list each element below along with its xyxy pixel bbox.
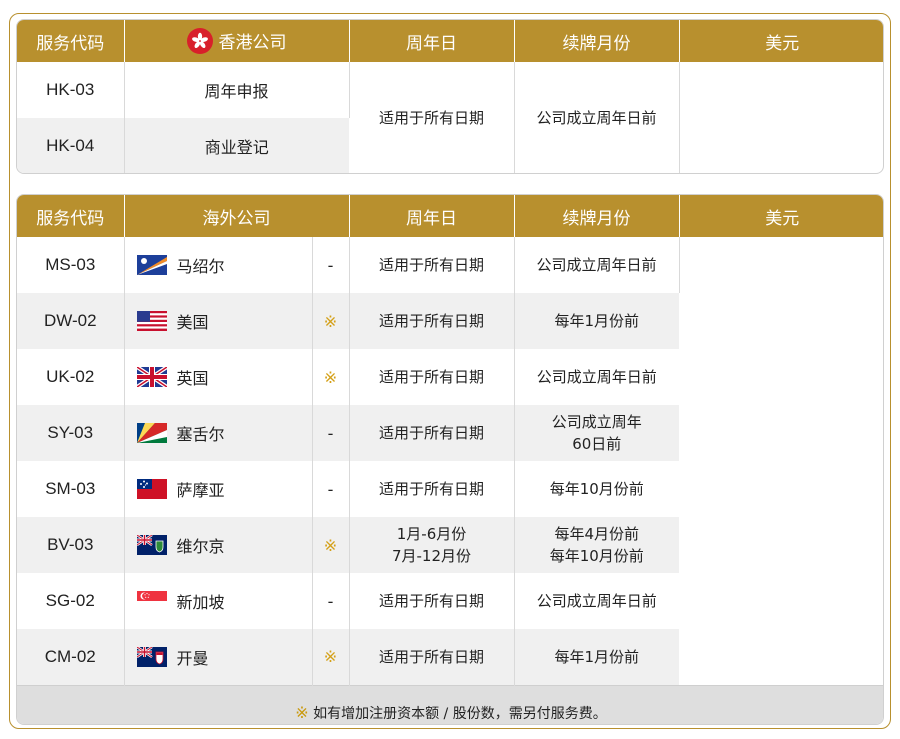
renewal-value: 每年1月份前 xyxy=(514,293,679,349)
hong-kong-flag-icon xyxy=(186,27,213,54)
service-code: CM-02 xyxy=(17,629,125,685)
offshore-table-panel: 服务代码 海外公司 周年日 续牌月份 美元 MS-03 马绍尔 - 适用于所有日… xyxy=(16,194,884,725)
country-name: 维尔京 xyxy=(176,537,225,556)
header-renewal-month: 续牌月份 xyxy=(514,20,680,62)
service-name: 周年申报 xyxy=(124,62,350,118)
samoa-flag-icon xyxy=(136,479,167,499)
country-name: 马绍尔 xyxy=(176,257,225,276)
footer-note: ※ 如有增加注册资本额 / 股份数，需另付服务费。 xyxy=(17,684,883,724)
usd-price xyxy=(679,62,883,173)
country-cell: 马绍尔 xyxy=(124,237,313,293)
header-service-code: 服务代码 xyxy=(17,195,125,237)
header-hk-company: 香港公司 xyxy=(124,20,350,62)
anniversary-value: 1月-6月份 7月-12月份 xyxy=(349,517,515,573)
cayman-flag-icon xyxy=(136,646,167,667)
anniversary-value: 适用于所有日期 xyxy=(349,629,515,685)
country-cell: 美国 xyxy=(124,293,313,349)
renewal-value: 公司成立周年 60日前 xyxy=(514,405,679,461)
offshore-table: 服务代码 海外公司 周年日 续牌月份 美元 MS-03 马绍尔 - 适用于所有日… xyxy=(17,195,883,724)
header-usd: 美元 xyxy=(679,20,883,62)
service-code: MS-03 xyxy=(17,237,125,293)
anniversary-value: 适用于所有日期 xyxy=(349,237,515,293)
surcharge-mark: ※ xyxy=(312,349,350,405)
anniversary-value: 适用于所有日期 xyxy=(349,62,515,173)
renewal-value: 公司成立周年日前 xyxy=(514,62,680,173)
country-cell: 维尔京 xyxy=(124,517,313,573)
offshore-table-header: 服务代码 海外公司 周年日 续牌月份 美元 xyxy=(17,195,883,237)
anniversary-value: 适用于所有日期 xyxy=(349,349,515,405)
header-service-code: 服务代码 xyxy=(17,20,125,62)
usa-flag-icon xyxy=(136,311,167,331)
header-usd: 美元 xyxy=(679,195,883,237)
footer-note-row: ※ 如有增加注册资本额 / 股份数，需另付服务费。 xyxy=(17,684,883,724)
anniversary-value: 适用于所有日期 xyxy=(349,293,515,349)
renewal-value: 公司成立周年日前 xyxy=(514,237,680,293)
seychelles-flag-icon xyxy=(136,423,167,443)
bvi-flag-icon xyxy=(136,535,167,555)
surcharge-mark: - xyxy=(312,237,350,293)
country-name: 新加坡 xyxy=(176,593,225,612)
service-name: 商业登记 xyxy=(124,118,349,173)
surcharge-mark: ※ xyxy=(312,293,350,349)
surcharge-mark: ※ xyxy=(312,517,350,573)
service-code: DW-02 xyxy=(17,293,125,349)
table-row: MS-03 马绍尔 - 适用于所有日期 公司成立周年日前 xyxy=(17,237,883,293)
surcharge-mark: - xyxy=(312,573,350,629)
header-anniversary: 周年日 xyxy=(349,20,515,62)
service-code: UK-02 xyxy=(17,349,125,405)
country-name: 美国 xyxy=(176,313,209,332)
renewal-line: 每年4月份前 xyxy=(554,525,640,543)
renewal-value: 公司成立周年日前 xyxy=(536,368,657,386)
footer-note-text: 如有增加注册资本额 / 股份数，需另付服务费。 xyxy=(308,706,607,723)
hk-table-panel: 服务代码 香港公司 周年日 续牌月份 美元 HK-03 周年申报 适用于所有日期… xyxy=(16,19,884,174)
anniversary-value: 适用于所有日期 xyxy=(349,405,515,461)
country-name: 塞舌尔 xyxy=(176,425,225,444)
header-anniversary: 周年日 xyxy=(349,195,515,237)
country-name: 英国 xyxy=(176,369,209,388)
anniversary-value: 适用于所有日期 xyxy=(349,573,515,629)
service-code: HK-03 xyxy=(17,62,125,118)
country-cell: 塞舌尔 xyxy=(124,405,313,461)
country-cell: 萨摩亚 xyxy=(124,461,313,517)
renewal-line: 每年10月份前 xyxy=(549,547,644,565)
service-code: HK-04 xyxy=(17,118,125,173)
surcharge-mark: - xyxy=(312,405,350,461)
renewal-line: 60日前 xyxy=(572,435,622,453)
renewal-value: 每年4月份前 每年10月份前 xyxy=(514,517,679,573)
uk-flag-icon xyxy=(136,367,167,387)
anniversary-line: 1月-6月份 xyxy=(396,525,467,543)
hk-table: 服务代码 香港公司 周年日 续牌月份 美元 HK-03 周年申报 适用于所有日期… xyxy=(17,20,883,173)
renewal-value: 每年1月份前 xyxy=(514,629,679,685)
header-offshore-company: 海外公司 xyxy=(124,195,350,237)
country-cell: 开曼 xyxy=(124,629,313,685)
surcharge-mark: ※ xyxy=(312,629,350,685)
renewal-value: 每年10月份前 xyxy=(549,480,644,498)
singapore-flag-icon xyxy=(136,591,167,611)
service-code: BV-03 xyxy=(17,517,125,573)
anniversary-line: 7月-12月份 xyxy=(391,547,472,565)
hk-table-header: 服务代码 香港公司 周年日 续牌月份 美元 xyxy=(17,20,883,62)
country-name: 开曼 xyxy=(176,648,209,668)
header-hk-company-label: 香港公司 xyxy=(218,33,287,53)
anniversary-value: 适用于所有日期 xyxy=(349,461,515,517)
header-renewal-month: 续牌月份 xyxy=(514,195,680,237)
renewal-value: 公司成立周年日前 xyxy=(536,592,657,610)
country-name: 萨摩亚 xyxy=(176,481,225,500)
service-code: SG-02 xyxy=(17,573,125,629)
service-code: SY-03 xyxy=(17,405,125,461)
footer-note-mark: ※ xyxy=(295,703,309,723)
marshall-islands-flag-icon xyxy=(136,255,167,275)
usd-price xyxy=(679,237,883,685)
surcharge-mark: - xyxy=(312,461,350,517)
service-code: SM-03 xyxy=(17,461,125,517)
country-cell: 新加坡 xyxy=(124,573,313,629)
country-cell: 英国 xyxy=(124,349,313,405)
renewal-line: 公司成立周年 xyxy=(551,413,642,431)
table-row: HK-03 周年申报 适用于所有日期 公司成立周年日前 xyxy=(17,62,883,173)
